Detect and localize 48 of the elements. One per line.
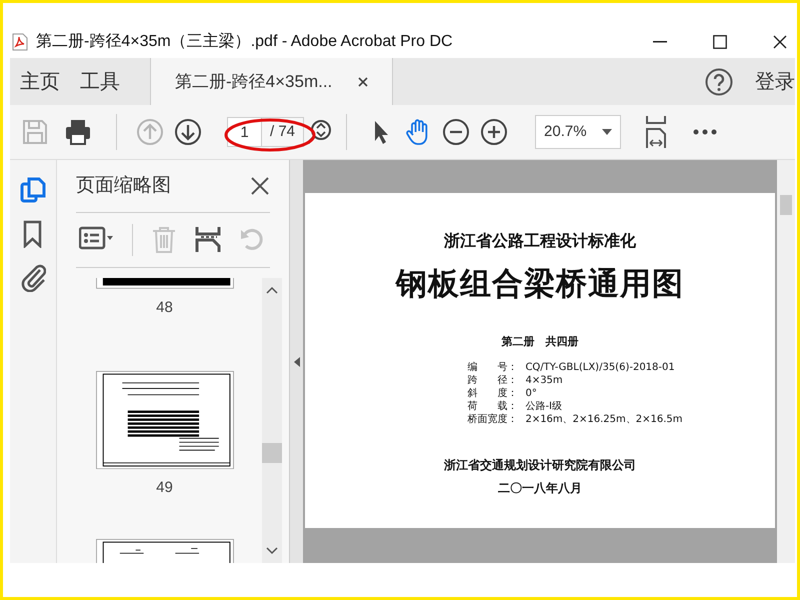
field-label: 跨 径：	[467, 375, 518, 387]
page-count: / 74	[269, 122, 296, 142]
publication-date: 二〇一八年八月	[498, 480, 582, 497]
field-label: 编 号：	[467, 362, 518, 374]
publisher-name: 浙江省交通规划设计研究院有限公司	[444, 457, 636, 474]
panel-title: 页面缩略图	[76, 174, 171, 198]
help-icon[interactable]	[705, 68, 733, 96]
printer-icon[interactable]	[64, 118, 92, 146]
maximize-icon[interactable]	[713, 34, 727, 48]
minimize-icon[interactable]	[653, 40, 667, 42]
zoom-out-icon[interactable]	[442, 118, 470, 146]
close-icon[interactable]	[250, 176, 270, 196]
dropdown-caret-icon[interactable]	[602, 129, 612, 135]
pdf-file-icon	[12, 32, 28, 50]
close-icon[interactable]	[773, 34, 787, 48]
paperclip-icon[interactable]	[20, 264, 46, 292]
nav-tab[interactable]: 主页	[10, 58, 70, 105]
document-subtitle: 浙江省公路工程设计标准化	[444, 230, 636, 252]
page-number-label: 48	[156, 298, 173, 318]
field-label: 斜 度：	[467, 388, 518, 400]
find-zoom-icon[interactable]	[306, 119, 332, 145]
field-label: 桥面宽度：	[467, 414, 518, 426]
insert-pages-icon[interactable]	[195, 226, 221, 254]
scrollbar[interactable]	[777, 160, 795, 563]
scroll-down-icon[interactable]	[266, 547, 278, 555]
field-label: 荷 载：	[467, 401, 518, 413]
zoom-dropdown[interactable]: 20.7%	[535, 115, 622, 149]
field-value: 公路-Ⅰ级	[525, 401, 562, 413]
scrollbar-thumb[interactable]	[262, 443, 282, 463]
pages-icon[interactable]	[20, 176, 46, 204]
scrollbar[interactable]	[262, 278, 282, 563]
document-tab[interactable]: 第二册-跨径4×35m...	[150, 58, 394, 105]
volume-label: 第二册 共四册	[502, 334, 578, 350]
field-value: 0°	[525, 388, 537, 400]
page-number-label: 49	[156, 478, 173, 498]
scroll-up-icon[interactable]	[266, 286, 278, 294]
document-title: 钢板组合梁桥通用图	[396, 265, 684, 304]
sign-in-link[interactable]: 登录	[755, 66, 795, 96]
more-icon[interactable]	[693, 129, 718, 135]
window-title: 第二册-跨径4×35m（三主梁）.pdf - Adobe Acrobat Pro DC	[36, 32, 453, 52]
field-value: CQ/TY-GBL(LX)/35(6)-2018-01	[525, 362, 675, 374]
field-value: 2×16m、2×16.25m、2×16.5m	[525, 414, 683, 426]
collapse-panel-icon[interactable]	[294, 356, 300, 366]
scrollbar-thumb[interactable]	[780, 195, 792, 215]
nav-tab[interactable]: 工具	[70, 58, 130, 105]
zoom-in-icon[interactable]	[480, 118, 508, 146]
field-value: 4×35m	[525, 375, 563, 387]
close-icon[interactable]	[358, 76, 368, 86]
